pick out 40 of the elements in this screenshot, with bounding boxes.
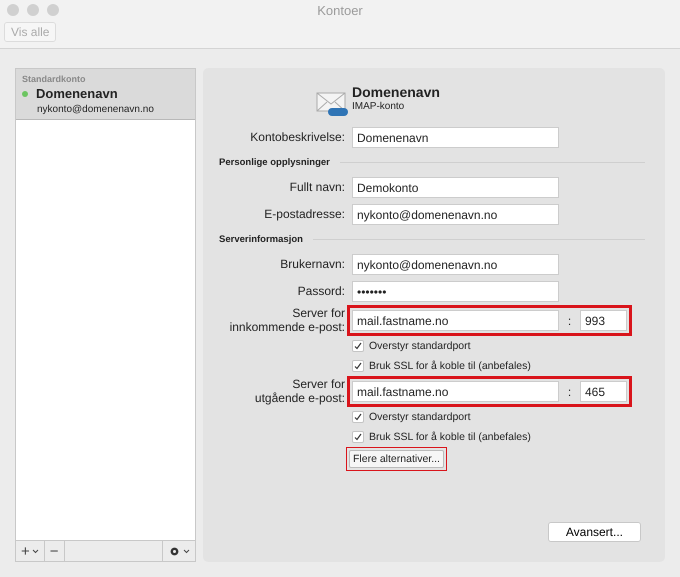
group-label: Standardkonto <box>22 74 87 84</box>
port-field[interactable]: 993 <box>580 310 627 331</box>
input-field[interactable]: nykonto@domenenavn.no <box>352 254 559 275</box>
checkbox-label: Overstyr standardport <box>369 340 471 352</box>
field-label: Passord: <box>296 284 345 298</box>
checkbox-label: Bruk SSL for å koble til (anbefales) <box>369 431 531 443</box>
field-label: Server for utgående e-post: <box>254 378 345 405</box>
server-field[interactable]: mail.fastname.no <box>352 381 559 402</box>
caret-icon <box>32 548 39 554</box>
account-name: Domenenavn <box>36 86 118 101</box>
field-label: Fullt navn: <box>288 180 345 194</box>
envelope-icon <box>316 90 348 118</box>
server-field[interactable]: mail.fastname.no <box>352 310 559 331</box>
section-heading: Personlige opplysninger <box>219 157 330 168</box>
checkbox[interactable] <box>352 340 364 352</box>
advanced-button[interactable]: Avansert... <box>548 522 641 542</box>
caret-icon <box>183 548 190 554</box>
field-label: Kontobeskrivelse: <box>249 130 345 144</box>
input-field[interactable]: Domenenavn <box>352 127 559 148</box>
input-field[interactable]: nykonto@domenenavn.no <box>352 204 559 225</box>
colon-separator: : <box>566 384 572 398</box>
account-item[interactable]: Standardkonto Domenenavn nykonto@domenenavn.no <box>16 69 195 120</box>
field-label: E-postadresse: <box>263 208 345 222</box>
checkbox[interactable] <box>352 411 364 423</box>
account-type: IMAP-konto <box>352 101 406 112</box>
input-field[interactable]: Demokonto <box>352 177 559 198</box>
field-label: Brukernavn: <box>279 258 345 272</box>
account-title: Domenenavn <box>352 84 441 100</box>
checkbox[interactable] <box>352 431 364 443</box>
input-field[interactable]: ••••••• <box>352 281 559 302</box>
account-email: nykonto@domenenavn.no <box>36 104 155 115</box>
checkbox[interactable] <box>352 360 364 372</box>
more-options-button[interactable]: Flere alternativer... <box>349 450 444 468</box>
checkbox-label: Bruk SSL for å koble til (anbefales) <box>369 360 531 372</box>
window-title: Kontoer <box>317 3 363 18</box>
field-label: Server for innkommende e-post: <box>228 307 345 334</box>
colon-separator: : <box>566 314 572 328</box>
section-heading: Serverinformasjon <box>219 234 303 245</box>
checkbox-label: Overstyr standardport <box>369 411 471 423</box>
port-field[interactable]: 465 <box>580 381 627 402</box>
